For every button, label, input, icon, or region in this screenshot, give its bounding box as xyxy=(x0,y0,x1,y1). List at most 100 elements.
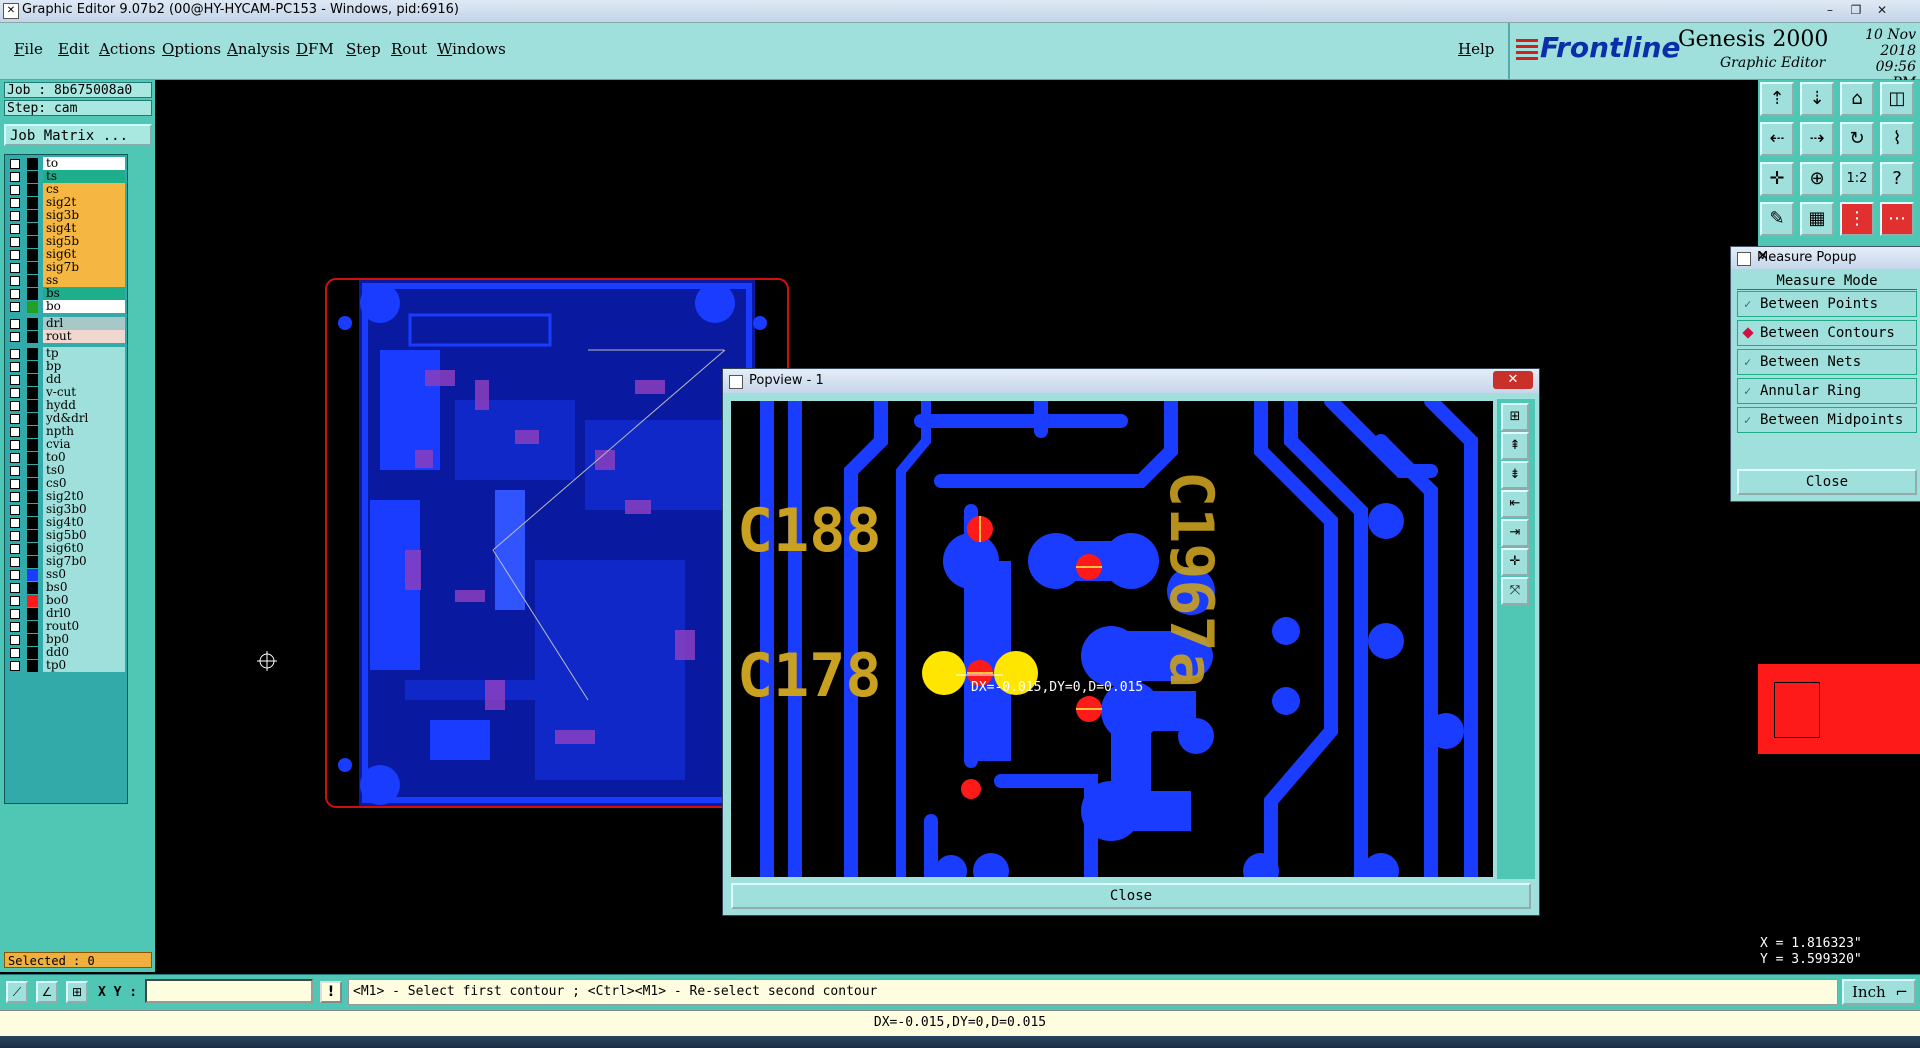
snap-icon[interactable]: ⌇ xyxy=(1880,122,1914,156)
xy-input[interactable] xyxy=(145,979,313,1003)
layer-checkbox[interactable] xyxy=(10,211,20,221)
layer-checkbox[interactable] xyxy=(10,375,20,385)
pan-left-icon[interactable]: ⇠ xyxy=(1760,122,1794,156)
popview-zoom-in-icon[interactable]: ✛ xyxy=(1501,548,1529,576)
popview-canvas[interactable]: DX=-0.015,DY=0,D=0.015 C188 C178 C1967a xyxy=(731,401,1493,877)
layer-color-swatch[interactable] xyxy=(27,647,38,659)
popview-tool-icon[interactable]: ⇞ xyxy=(1501,432,1529,460)
measure-tool-icon[interactable]: ⋯ xyxy=(1880,202,1914,236)
layer-row[interactable]: sig7b xyxy=(7,261,125,275)
layer-color-swatch[interactable] xyxy=(27,426,38,438)
pan-up-icon[interactable]: ⇡ xyxy=(1760,82,1794,116)
layer-color-swatch[interactable] xyxy=(27,331,38,343)
layer-name[interactable]: bo xyxy=(43,300,125,313)
layer-color-swatch[interactable] xyxy=(27,210,38,222)
layer-checkbox[interactable] xyxy=(10,544,20,554)
layer-color-swatch[interactable] xyxy=(27,452,38,464)
layer-checkbox[interactable] xyxy=(10,661,20,671)
layer-row[interactable]: dd0 xyxy=(7,646,125,660)
layer-color-swatch[interactable] xyxy=(27,171,38,183)
popview-tool-icon[interactable]: ⊞ xyxy=(1501,403,1529,431)
layer-color-swatch[interactable] xyxy=(27,530,38,542)
menu-windows[interactable]: Windows xyxy=(437,40,506,58)
measure-close-button[interactable]: Close xyxy=(1737,469,1917,495)
layer-color-swatch[interactable] xyxy=(27,556,38,568)
layer-color-swatch[interactable] xyxy=(27,634,38,646)
layer-checkbox[interactable] xyxy=(10,505,20,515)
zoom-out-icon[interactable]: ⊕ xyxy=(1800,162,1834,196)
menu-actions[interactable]: Actions xyxy=(99,40,155,58)
layer-row[interactable]: ts xyxy=(7,170,125,184)
layer-checkbox[interactable] xyxy=(10,224,20,234)
zoom-in-icon[interactable]: ✛ xyxy=(1760,162,1794,196)
layer-checkbox[interactable] xyxy=(10,531,20,541)
popview-tool-icon[interactable]: ⇟ xyxy=(1501,461,1529,489)
minimize-button[interactable]: – xyxy=(1818,1,1842,19)
layer-checkbox[interactable] xyxy=(10,237,20,247)
layer-color-swatch[interactable] xyxy=(27,608,38,620)
layer-checkbox[interactable] xyxy=(10,427,20,437)
execute-button[interactable]: ! xyxy=(320,981,342,1003)
layer-color-swatch[interactable] xyxy=(27,262,38,274)
layer-checkbox[interactable] xyxy=(10,185,20,195)
redraw-icon[interactable]: ↻ xyxy=(1840,122,1874,156)
layer-checkbox[interactable] xyxy=(10,557,20,567)
layer-checkbox[interactable] xyxy=(10,250,20,260)
measure-option[interactable]: Between Contours xyxy=(1737,320,1917,346)
layer-row[interactable]: tp0 xyxy=(7,659,125,673)
popview-tool-icon[interactable]: ⇤ xyxy=(1501,490,1529,518)
layer-color-swatch[interactable] xyxy=(27,197,38,209)
layer-checkbox[interactable] xyxy=(10,414,20,424)
layer-checkbox[interactable] xyxy=(10,518,20,528)
layer-checkbox[interactable] xyxy=(10,172,20,182)
layer-row[interactable]: tp xyxy=(7,347,125,361)
layer-color-swatch[interactable] xyxy=(27,491,38,503)
layer-color-swatch[interactable] xyxy=(27,465,38,477)
layer-checkbox[interactable] xyxy=(10,332,20,342)
measure-option[interactable]: ✓ Between Nets xyxy=(1737,349,1917,375)
layer-color-swatch[interactable] xyxy=(27,318,38,330)
layer-checkbox[interactable] xyxy=(10,570,20,580)
layer-checkbox[interactable] xyxy=(10,401,20,411)
layer-row[interactable]: rout xyxy=(7,330,125,344)
layer-color-swatch[interactable] xyxy=(27,517,38,529)
layer-color-swatch[interactable] xyxy=(27,413,38,425)
layer-checkbox[interactable] xyxy=(10,453,20,463)
menu-step[interactable]: Step xyxy=(346,40,381,58)
layer-color-swatch[interactable] xyxy=(27,249,38,261)
layer-checkbox[interactable] xyxy=(10,349,20,359)
layer-checkbox[interactable] xyxy=(10,276,20,286)
measure-popup-close-icon[interactable]: ✕ xyxy=(1757,248,1913,264)
measure-option[interactable]: ✓ Between Midpoints xyxy=(1737,407,1917,433)
layer-row[interactable]: sig7b0 xyxy=(7,555,125,569)
pan-right-icon[interactable]: ⇢ xyxy=(1800,122,1834,156)
scale-1-2-icon[interactable]: 1:2 xyxy=(1840,162,1874,196)
layer-checkbox[interactable] xyxy=(10,159,20,169)
layer-row[interactable]: ✎bo xyxy=(7,300,125,314)
draw-line-icon[interactable]: ⟋ xyxy=(6,981,28,1003)
layer-checkbox[interactable] xyxy=(10,648,20,658)
layer-name[interactable]: tp0 xyxy=(43,659,125,672)
layer-thumbnail[interactable] xyxy=(1758,664,1920,754)
layer-color-swatch[interactable] xyxy=(27,478,38,490)
maximize-button[interactable]: ❐ xyxy=(1844,1,1868,19)
layer-color-swatch[interactable] xyxy=(27,439,38,451)
pen-tool-icon[interactable]: ✎ xyxy=(1760,202,1794,236)
layer-checkbox[interactable] xyxy=(10,263,20,273)
layer-color-swatch[interactable] xyxy=(27,374,38,386)
layer-color-swatch[interactable] xyxy=(27,361,38,373)
layer-color-swatch[interactable] xyxy=(27,400,38,412)
graphic-canvas[interactable]: Popview - 1 ✕ DX=-0.015,DY=0,D=0.015 C18… xyxy=(155,80,1758,974)
menu-rout[interactable]: Rout xyxy=(391,40,427,58)
home-icon[interactable]: ⌂ xyxy=(1840,82,1874,116)
layer-color-swatch[interactable] xyxy=(27,288,38,300)
layer-color-swatch[interactable] xyxy=(27,158,38,170)
job-matrix-button[interactable]: Job Matrix ... xyxy=(4,124,152,146)
layer-color-swatch[interactable] xyxy=(27,348,38,360)
window-split-icon[interactable]: ◫ xyxy=(1880,82,1914,116)
layer-color-swatch[interactable] xyxy=(27,582,38,594)
layer-color-swatch[interactable] xyxy=(27,660,38,672)
layer-checkbox[interactable] xyxy=(10,302,20,312)
draw-angle-icon[interactable]: ∠ xyxy=(36,981,58,1003)
popview-close-button[interactable]: Close xyxy=(731,883,1531,909)
